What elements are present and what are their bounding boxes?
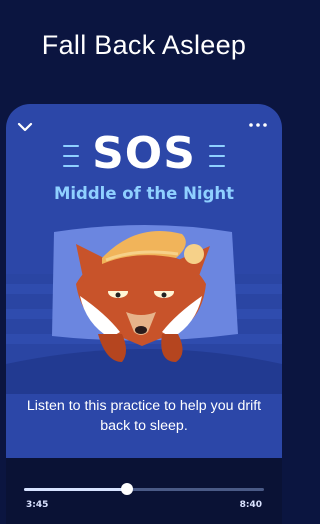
progress-fill	[24, 488, 128, 491]
progress-thumb[interactable]	[121, 483, 134, 495]
page-title: Fall Back Asleep	[41, 30, 247, 60]
playback-bar: 3:45 8:40	[6, 458, 282, 524]
session-title: SOS	[92, 128, 196, 179]
elapsed-time: 3:45	[26, 500, 49, 510]
progress-track[interactable]	[24, 483, 264, 495]
total-duration: 8:40	[239, 500, 262, 510]
player-card: SOS Middle of the Night Listen to this p…	[6, 104, 282, 524]
session-subtitle: Middle of the Night	[53, 184, 235, 203]
sleeping-fox-illustration	[6, 225, 282, 394]
session-description: Listen to this practice to help you drif…	[26, 398, 262, 434]
